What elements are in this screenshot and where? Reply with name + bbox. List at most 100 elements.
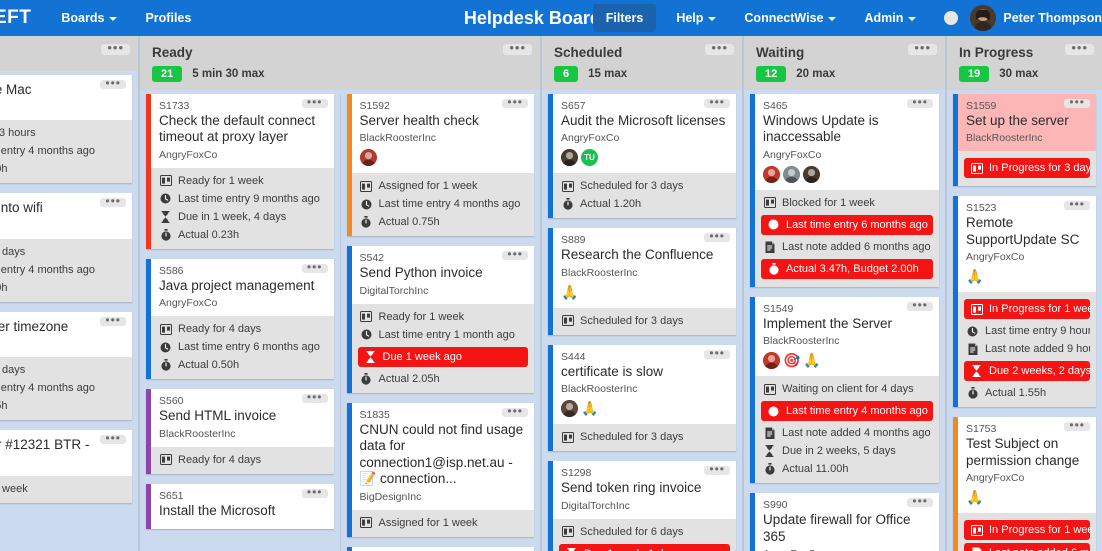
reaction-emoji-icon[interactable]: 🎯 bbox=[783, 352, 800, 369]
card-menu-icon[interactable]: ••• bbox=[301, 486, 328, 498]
card-title: Research the Confluence bbox=[561, 247, 714, 263]
card-stat-alert: Actual 3.47h, Budget 2.00h bbox=[761, 258, 933, 279]
column-count-badge: 12 bbox=[756, 66, 787, 82]
column-lane[interactable]: S657 ••• Audit the Microsoft licenses Angry… bbox=[542, 94, 742, 551]
card-menu-icon[interactable]: ••• bbox=[907, 96, 933, 108]
column-body[interactable]: •••ent the MacsterInc or 23 hours ime entr… bbox=[0, 71, 138, 551]
kanban-card[interactable]: S560 ••• Send HTML invoice BlackRoosterInc R… bbox=[146, 389, 334, 474]
kanban-card[interactable]: S651 ••• Install the Microsoft bbox=[146, 483, 334, 530]
reaction-emoji-icon[interactable]: 🙏 bbox=[966, 489, 983, 506]
assignee-avatar[interactable] bbox=[803, 165, 820, 183]
card-menu-icon[interactable]: ••• bbox=[502, 248, 528, 261]
kanban-card[interactable]: S657 ••• Audit the Microsoft licenses Angry… bbox=[548, 94, 736, 219]
kanban-card[interactable]: S889 ••• Research the Confluence BlackRoost… bbox=[548, 228, 736, 335]
kanban-card[interactable]: S1753 ••• Test Subject on permission chang… bbox=[953, 417, 1096, 551]
card-menu-icon[interactable]: ••• bbox=[100, 77, 126, 89]
card-menu-icon[interactable]: ••• bbox=[301, 261, 328, 273]
card-header: S560 ••• Send HTML invoice BlackRoosterInc bbox=[151, 389, 334, 446]
board-icon bbox=[360, 180, 373, 192]
kanban-card[interactable]: S1523 ••• Remote SupportUpdate SC AngryFoxC… bbox=[953, 196, 1096, 408]
nav-item-boards[interactable]: Boards bbox=[47, 11, 131, 25]
card-title: Audit the Microsoft licenses bbox=[561, 113, 726, 128]
card-stat-label: Actual 11.00h bbox=[782, 463, 849, 476]
kanban-card[interactable]: S1064•••Send wifi invoice bbox=[346, 546, 534, 551]
reaction-emoji-icon[interactable]: 🙏 bbox=[803, 352, 820, 369]
card-menu-icon[interactable]: ••• bbox=[1064, 419, 1090, 432]
card-menu-icon[interactable]: ••• bbox=[704, 463, 730, 476]
assignee-avatar[interactable]: TU bbox=[581, 149, 598, 167]
column-menu-icon[interactable]: ••• bbox=[1065, 41, 1094, 55]
assignee-avatar[interactable] bbox=[783, 165, 800, 183]
card-company: Co bbox=[0, 457, 124, 469]
reaction-emoji-icon[interactable]: 🙏 bbox=[581, 400, 598, 417]
column-body[interactable]: S465 ••• Windows Update is inaccessable Ang… bbox=[744, 90, 945, 551]
assignee-avatar[interactable] bbox=[763, 165, 780, 183]
card-stat: Due in 2 weeks, 5 days bbox=[761, 442, 933, 460]
card-menu-icon[interactable]: ••• bbox=[100, 195, 126, 208]
kanban-card[interactable]: S1835 ••• CNUN could not find usage data f… bbox=[346, 402, 534, 537]
column-body[interactable]: S657 ••• Audit the Microsoft licenses Angry… bbox=[542, 90, 742, 551]
card-menu-icon[interactable]: ••• bbox=[704, 230, 730, 243]
column-body[interactable]: S1559 ••• Set up the server BlackRoosterInc… bbox=[947, 90, 1102, 551]
card-menu-icon[interactable]: ••• bbox=[502, 405, 528, 417]
kanban-card[interactable]: S586 ••• Java project management AngryFoxCo… bbox=[146, 258, 334, 380]
nav-item-connectwise[interactable]: ConnectWise bbox=[730, 11, 850, 25]
chevron-down-icon bbox=[708, 16, 717, 21]
kanban-card[interactable]: S444 ••• certificate is slow BlackRoosterIn… bbox=[548, 344, 736, 452]
card-stat-label: Last time entry 9 months ago bbox=[178, 192, 320, 205]
assignee-avatar[interactable] bbox=[561, 149, 578, 167]
assignee-avatar[interactable] bbox=[561, 400, 578, 418]
column-menu-icon[interactable]: ••• bbox=[908, 41, 937, 55]
card-header: S1298 ••• Send token ring invoice DigitalTo… bbox=[553, 461, 736, 518]
kanban-card[interactable]: •••ent the MacsterInc or 23 hours ime entr… bbox=[0, 75, 132, 184]
avatar[interactable] bbox=[970, 5, 997, 31]
column-lane[interactable]: S1733 ••• Check the default connect timeou… bbox=[140, 94, 340, 551]
kanban-card[interactable]: •••to log into wifisterInc or 6 days ime e… bbox=[0, 193, 132, 302]
status-indicator-icon[interactable] bbox=[944, 11, 959, 25]
kanban-card[interactable]: S1298 ••• Send token ring invoice DigitalTo… bbox=[548, 461, 736, 551]
card-menu-icon[interactable]: ••• bbox=[301, 96, 328, 108]
column-menu-icon[interactable]: ••• bbox=[705, 41, 734, 55]
card-menu-icon[interactable]: ••• bbox=[502, 96, 528, 108]
column-lane[interactable]: •••ent the MacsterInc or 23 hours ime entr… bbox=[0, 75, 138, 551]
kanban-card[interactable]: S1592 ••• Server health check BlackRoosterI… bbox=[346, 94, 534, 237]
card-menu-icon[interactable]: ••• bbox=[907, 495, 933, 508]
kanban-card[interactable]: S1549 ••• Implement the Server BlackRooster… bbox=[750, 296, 939, 484]
app-logo[interactable]: EFT bbox=[0, 7, 47, 29]
assignee-avatar[interactable] bbox=[763, 352, 780, 370]
nav-item-help[interactable]: Help bbox=[662, 11, 730, 25]
kanban-card[interactable]: S465 ••• Windows Update is inaccessable Ang… bbox=[750, 94, 939, 287]
nav-boards-label: Boards bbox=[61, 11, 105, 25]
column-body[interactable]: S1733 ••• Check the default connect timeou… bbox=[140, 90, 540, 551]
card-menu-icon[interactable]: ••• bbox=[704, 96, 730, 108]
column-lane[interactable]: S1592 ••• Server health check BlackRoosterI… bbox=[339, 94, 541, 551]
card-stat: Actual 0.50h bbox=[157, 356, 328, 374]
reaction-emoji-icon[interactable]: 🙏 bbox=[966, 268, 983, 285]
assignee-avatar[interactable] bbox=[359, 149, 377, 167]
column-lane[interactable]: S465 ••• Windows Update is inaccessable Ang… bbox=[744, 94, 945, 551]
reaction-emoji-icon[interactable]: 🙏 bbox=[561, 284, 578, 301]
kanban-card[interactable]: S542 ••• Send Python invoice DigitalTorchIn… bbox=[346, 246, 534, 393]
card-company: DigitalTorchInc bbox=[359, 284, 429, 297]
column-menu-icon[interactable]: ••• bbox=[101, 41, 130, 55]
user-name-label[interactable]: Peter Thompson bbox=[1003, 11, 1102, 25]
card-menu-icon[interactable]: ••• bbox=[704, 347, 730, 359]
column-menu-icon[interactable]: ••• bbox=[503, 41, 532, 55]
card-menu-icon[interactable]: ••• bbox=[1064, 96, 1090, 108]
card-stat-label: Actual 1.20h bbox=[580, 198, 642, 211]
kanban-card[interactable]: S990•••Update firewall for Office 365Ang… bbox=[750, 493, 939, 551]
card-menu-icon[interactable]: ••• bbox=[1064, 198, 1090, 211]
nav-item-admin[interactable]: Admin bbox=[850, 11, 930, 25]
card-menu-icon[interactable]: ••• bbox=[100, 432, 126, 445]
card-menu-icon[interactable]: ••• bbox=[301, 391, 328, 404]
nav-item-profiles[interactable]: Profiles bbox=[131, 11, 205, 25]
card-stat-alert: Last time entry 6 months ago bbox=[761, 214, 933, 235]
kanban-card[interactable]: •••e server timezoneCo or 5 days ime entry… bbox=[0, 311, 132, 421]
column-lane[interactable]: S1559 ••• Set up the server BlackRoosterInc… bbox=[947, 94, 1102, 551]
filters-button[interactable]: Filters bbox=[592, 4, 657, 32]
card-menu-icon[interactable]: ••• bbox=[907, 299, 933, 311]
kanban-card[interactable]: S1559 ••• Set up the server BlackRoosterInc… bbox=[953, 94, 1096, 187]
kanban-card[interactable]: •••Router #12321 BTR -Co or 1 week bbox=[0, 430, 132, 503]
card-menu-icon[interactable]: ••• bbox=[100, 314, 126, 326]
kanban-card[interactable]: S1733 ••• Check the default connect timeou… bbox=[146, 94, 334, 249]
